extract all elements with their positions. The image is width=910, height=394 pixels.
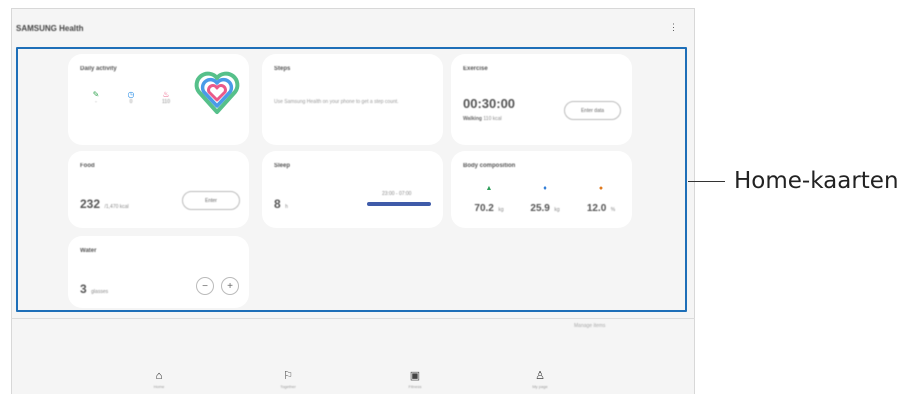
home-cards-highlight (16, 47, 687, 312)
more-vertical-icon[interactable]: ⋮ (669, 23, 678, 32)
callout-label: Home-kaarten (734, 168, 899, 194)
nav-my-page[interactable]: ♙ My page (520, 370, 560, 389)
nav-fitness[interactable]: ▣ Fitness (395, 370, 435, 389)
home-icon: ⌂ (155, 370, 163, 382)
fitness-icon: ▣ (409, 370, 421, 382)
callout-line (688, 181, 725, 182)
person-icon: ♙ (535, 370, 545, 382)
flag-icon: ⚐ (283, 370, 293, 382)
nav-together[interactable]: ⚐ Together (268, 370, 308, 389)
manage-items-link[interactable]: Manage items (574, 323, 605, 329)
app-title: SAMSUNG Health (16, 24, 84, 33)
divider (11, 318, 695, 319)
nav-home[interactable]: ⌂ Home (139, 370, 179, 389)
